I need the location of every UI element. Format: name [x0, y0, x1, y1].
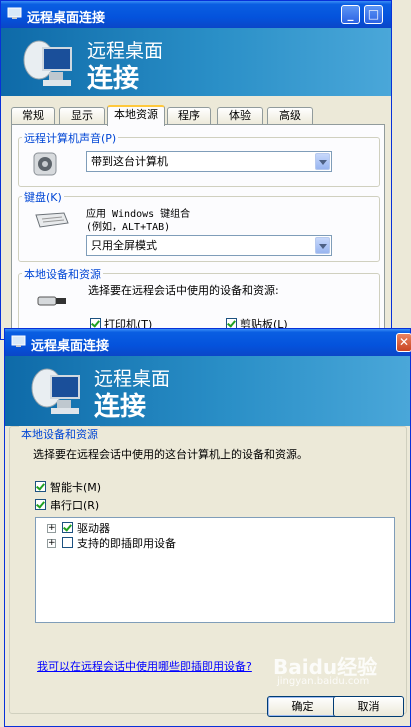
banner-line2: 连接 [94, 392, 147, 422]
local-devices-desc: 选择要在远程会话中使用的这台计算机上的设备和资源。 [33, 448, 308, 461]
chevron-down-icon[interactable] [315, 237, 330, 254]
rdp-computer-icon [23, 40, 72, 86]
smartcard-label: 智能卡(M) [50, 481, 102, 494]
expand-icon[interactable]: + [47, 539, 56, 548]
rdp-app-icon [7, 7, 22, 19]
local-devices-group-title: 本地设备和资源 [19, 426, 100, 442]
tab-general[interactable]: 常规 [11, 107, 55, 125]
keyboard-combo-value: 只用全屏模式 [91, 239, 157, 252]
rdp-window-front: 远程桌面连接 ✕ 远程桌面 连接 本地设备和资源 选择要在远程会话中使用的这台计… [4, 328, 411, 727]
rdp-app-icon [11, 335, 26, 347]
devices-desc: 选择要在远程会话中使用的设备和资源: [88, 284, 279, 297]
window-title: 远程桌面连接 [27, 11, 106, 26]
keyboard-icon [35, 212, 69, 228]
banner-line2: 连接 [87, 64, 140, 94]
keyboard-desc-line2: (例如，ALT+TAB) [86, 222, 171, 233]
close-button[interactable]: ✕ [396, 333, 411, 352]
devices-group-title: 本地设备和资源 [22, 266, 103, 282]
tree-item-pnp[interactable]: 支持的即插即用设备 [77, 535, 176, 551]
pnp-checkbox[interactable] [62, 537, 73, 548]
tab-local-resources[interactable]: 本地资源 [107, 105, 165, 126]
tree-item-drives[interactable]: 驱动器 [77, 520, 110, 536]
local-resources-panel: 远程计算机声音(P) 带到这台计算机 键盘(K) 应用 Windows 键组合 … [11, 124, 385, 343]
keyboard-combo[interactable]: 只用全屏模式 [86, 235, 332, 256]
chevron-down-icon[interactable] [315, 153, 330, 170]
maximize-button[interactable]: □ [364, 5, 383, 24]
cancel-button[interactable]: 取消 [333, 696, 404, 717]
banner: 远程桌面 连接 [5, 356, 410, 426]
sound-combo[interactable]: 带到这台计算机 [86, 151, 332, 172]
minimize-button[interactable]: _ [341, 5, 360, 24]
tab-programs[interactable]: 程序 [167, 107, 211, 125]
rdp-window-back: 远程桌面连接 _ □ 远程桌面 连接 常规 显示 本地资源 程序 体验 高级 远… [0, 0, 392, 343]
ok-button[interactable]: 确定 [267, 696, 338, 717]
sound-combo-value: 带到这台计算机 [91, 155, 168, 168]
watermark-url: jingyan.baidu.com [277, 676, 370, 687]
device-tree[interactable]: + 驱动器 + 支持的即插即用设备 [35, 517, 395, 623]
serial-port-checkbox[interactable] [35, 499, 46, 510]
tab-experience[interactable]: 体验 [217, 107, 263, 125]
tab-advanced[interactable]: 高级 [267, 107, 313, 125]
serial-port-label: 串行口(R) [50, 499, 100, 512]
title-bar[interactable]: 远程桌面连接 ✕ [5, 329, 411, 356]
help-link[interactable]: 我可以在远程会话中使用哪些即插即用设备? [37, 658, 252, 674]
banner: 远程桌面 连接 [1, 28, 391, 96]
title-bar[interactable]: 远程桌面连接 _ □ [1, 1, 391, 28]
drives-checkbox[interactable] [62, 522, 73, 533]
expand-icon[interactable]: + [47, 524, 56, 533]
speaker-icon [33, 152, 57, 176]
smartcard-checkbox[interactable] [35, 481, 46, 492]
rdp-computer-icon [31, 368, 80, 414]
keyboard-group-title: 键盘(K) [22, 189, 64, 205]
window-title: 远程桌面连接 [31, 339, 110, 354]
plug-icon [37, 296, 66, 306]
sound-group-title: 远程计算机声音(P) [22, 130, 119, 146]
tab-display[interactable]: 显示 [59, 107, 105, 125]
